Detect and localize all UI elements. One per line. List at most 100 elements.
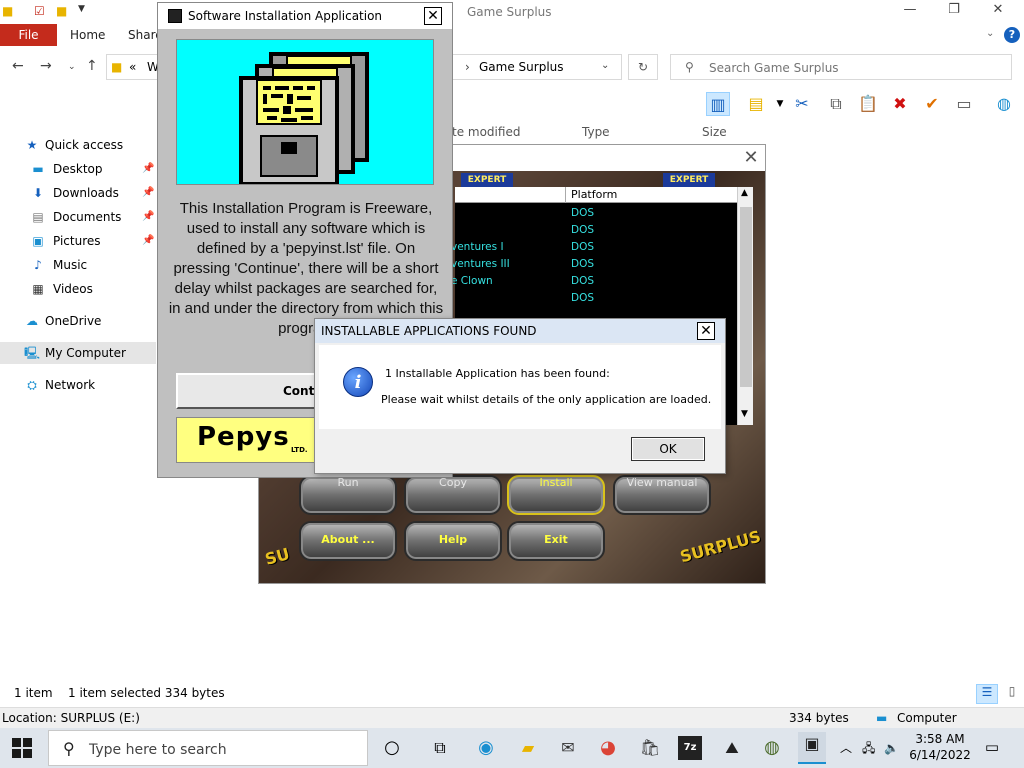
exit-button[interactable]: Exit	[507, 521, 605, 561]
cortana-icon[interactable]: ○	[380, 736, 404, 760]
nav-quick-access[interactable]: ★ Quick access	[0, 134, 156, 156]
back-arrow-icon[interactable]: ←	[12, 58, 24, 74]
game-globe-icon[interactable]: ◍	[760, 736, 784, 760]
recent-locations-icon[interactable]: ⌄	[68, 62, 76, 72]
edge-icon[interactable]: ◉	[474, 736, 498, 760]
dialog-message-2: Please wait whilst details of the only a…	[381, 393, 712, 406]
chrome-icon[interactable]: ◕	[596, 736, 620, 760]
installer-title: Software Installation Application	[188, 9, 383, 23]
details-view-icon[interactable]: ☰	[976, 684, 998, 704]
copy-button[interactable]: Copy	[404, 475, 502, 515]
delete-icon[interactable]: ✖	[888, 92, 912, 116]
ribbon-expand-icon[interactable]: ⌄	[986, 28, 994, 39]
nav-my-computer[interactable]: 🖳 My Computer	[0, 342, 156, 364]
network-icon: ⛭	[27, 378, 37, 392]
nav-network[interactable]: ⛭ Network	[0, 374, 156, 396]
table-row[interactable]: DOS	[455, 290, 737, 307]
nav-pictures[interactable]: ▣ Pictures 📌	[0, 230, 156, 252]
location-text: Location: SURPLUS (E:)	[2, 711, 140, 725]
rename-icon[interactable]: ▭	[952, 92, 976, 116]
nav-music[interactable]: ♪ Music	[0, 254, 156, 276]
views-dropdown-icon[interactable]: ▼	[768, 92, 792, 116]
table-row[interactable]: ventures III DOS	[451, 256, 737, 273]
tray-overflow-icon[interactable]: ︿	[840, 728, 852, 768]
folder-icon[interactable]: ■	[2, 4, 13, 18]
cloud-icon: ☁	[26, 314, 38, 328]
computer-small-icon: ▬	[876, 711, 888, 725]
task-view-icon[interactable]: ⧉	[428, 736, 452, 760]
address-prefix: «	[129, 60, 137, 74]
selection-info: 1 item selected 334 bytes	[68, 686, 225, 700]
store-icon[interactable]: 🛍	[638, 736, 662, 760]
photos-icon[interactable]: ⛰	[720, 736, 744, 760]
maximize-button[interactable]: ❐	[932, 2, 976, 22]
clock[interactable]: 3:58 AM 6/14/2022	[900, 731, 980, 763]
pin-icon: 📌	[142, 187, 155, 198]
close-button[interactable]: ✕	[976, 2, 1020, 22]
cut-icon[interactable]: ✂	[790, 92, 814, 116]
preview-pane-icon[interactable]: ▥	[706, 92, 730, 116]
computer-text: Computer	[897, 711, 957, 725]
nav-downloads[interactable]: ⬇ Downloads 📌	[0, 182, 156, 204]
address-dropdown-icon[interactable]: ⌄	[601, 60, 609, 71]
tab-home[interactable]: Home	[70, 24, 105, 46]
column-date-modified[interactable]: te modified	[452, 125, 520, 139]
checkmark-icon[interactable]: ✔	[920, 92, 944, 116]
scroll-thumb[interactable]	[740, 207, 752, 387]
video-icon: ▦	[32, 282, 44, 296]
dialog-body: i 1 Installable Application has been fou…	[319, 345, 721, 429]
taskbar-search[interactable]: ⚲ Type here to search	[48, 730, 368, 766]
refresh-button[interactable]: ↻	[628, 54, 658, 80]
paste-icon[interactable]: 📋	[856, 92, 880, 116]
notification-icon[interactable]: ▭	[982, 738, 1002, 758]
nav-onedrive[interactable]: ☁ OneDrive	[0, 310, 156, 332]
qat-dropdown-icon[interactable]: ▼	[78, 4, 85, 14]
table-row[interactable]: DOS	[455, 205, 737, 222]
column-type[interactable]: Type	[582, 125, 610, 139]
address-current[interactable]: Game Surplus	[479, 60, 564, 74]
volume-icon[interactable]: 🔈	[884, 728, 899, 768]
scroll-down-icon[interactable]: ▼	[741, 409, 748, 419]
run-button[interactable]: Run	[299, 475, 397, 515]
table-row[interactable]: ventures I DOS	[451, 239, 737, 256]
about-button[interactable]: About ...	[299, 521, 397, 561]
7zip-icon[interactable]: 7z	[678, 736, 702, 760]
ok-button[interactable]: OK	[631, 437, 705, 461]
table-row[interactable]: DOS	[455, 222, 737, 239]
floppy-disks-icon	[239, 52, 369, 186]
nav-documents[interactable]: ▤ Documents 📌	[0, 206, 156, 228]
new-folder-icon[interactable]: ■	[56, 4, 67, 18]
file-explorer-icon[interactable]: ▰	[516, 736, 540, 760]
view-manual-button[interactable]: View manual	[613, 475, 711, 515]
table-scrollbar[interactable]: ▲ ▼	[737, 187, 753, 425]
up-arrow-icon[interactable]: ↑	[86, 58, 98, 74]
dialog-close-icon[interactable]: ✕	[697, 322, 715, 340]
copy-icon[interactable]: ⧉	[824, 92, 848, 116]
game-close-icon[interactable]: ✕	[739, 147, 763, 168]
nav-videos[interactable]: ▦ Videos	[0, 278, 156, 300]
minimize-button[interactable]: —	[888, 2, 932, 22]
table-row[interactable]: e Clown DOS	[451, 273, 737, 290]
network-tray-icon[interactable]: 🖧	[862, 728, 875, 768]
help-button[interactable]: Help	[404, 521, 502, 561]
info-icon: i	[343, 367, 373, 397]
floppy-disk-taskbar-icon[interactable]: ▣	[798, 732, 826, 764]
installer-close-icon[interactable]: ✕	[424, 7, 442, 25]
nav-desktop[interactable]: ▬ Desktop 📌	[0, 158, 156, 180]
tab-file[interactable]: File	[0, 24, 57, 46]
header-platform[interactable]: Platform	[571, 188, 617, 201]
install-button[interactable]: Install	[507, 475, 605, 515]
search-input[interactable]	[709, 59, 999, 76]
globe-icon[interactable]: ◍	[992, 92, 1016, 116]
views-icon[interactable]: ▤	[744, 92, 768, 116]
forward-arrow-icon[interactable]: →	[40, 58, 52, 74]
help-icon[interactable]: ?	[1004, 27, 1020, 43]
windows-start-icon[interactable]	[12, 738, 32, 758]
large-icons-view-icon[interactable]: ▯	[1002, 684, 1022, 704]
search-box[interactable]: ⚲	[670, 54, 1012, 80]
properties-icon[interactable]: ☑	[34, 4, 45, 18]
column-size[interactable]: Size	[702, 125, 727, 139]
details-status-bar: Location: SURPLUS (E:) 334 bytes ▬ Compu…	[0, 707, 1024, 728]
scroll-up-icon[interactable]: ▲	[741, 188, 748, 198]
mail-icon[interactable]: ✉	[556, 736, 580, 760]
